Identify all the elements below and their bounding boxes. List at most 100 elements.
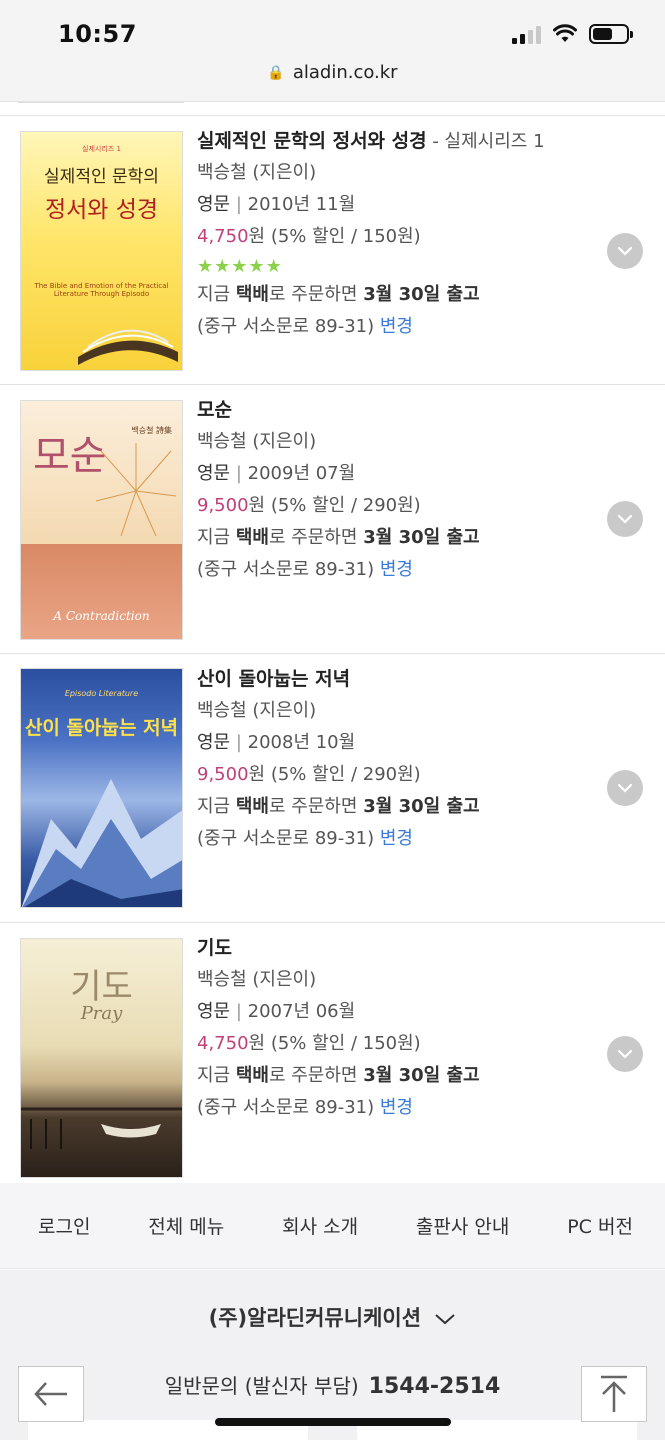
book-discount: (5% 할인 / 290원): [265, 764, 421, 785]
book-info: 모순 백승철 (지은이) 영문 | 2009년 07월 9,500원 (5% 할…: [197, 399, 480, 580]
delivery-address: (중구 서소문로 89-31): [197, 828, 380, 849]
flower-illustration-icon: [95, 443, 177, 537]
book-title[interactable]: 기도: [197, 937, 232, 959]
footer-login-link[interactable]: 로그인: [38, 1212, 90, 1239]
contact-number[interactable]: 1544-2514: [369, 1374, 501, 1399]
book-date: 2008년 10월: [247, 732, 356, 753]
divider: [0, 102, 665, 116]
arrow-left-icon: [34, 1382, 67, 1406]
book-publisher[interactable]: 영문: [197, 1001, 230, 1022]
arrow-up-icon: [601, 1375, 627, 1412]
clock: 10:57: [58, 20, 137, 48]
price-unit: 원: [248, 1033, 266, 1054]
star-icon: ★: [197, 255, 214, 277]
delivery-method: 택배: [235, 527, 269, 548]
home-indicator: [215, 1418, 451, 1426]
delivery-prefix: 지금: [197, 527, 236, 548]
contact-info: 일반문의 (발신자 부담) 1544-2514: [0, 1370, 665, 1399]
expand-button[interactable]: [607, 1036, 643, 1072]
footer-company-link[interactable]: 회사 소개: [282, 1212, 358, 1239]
book-title[interactable]: 실제적인 문학의 정서와 성경: [197, 130, 427, 152]
book-info: 실제적인 문학의 정서와 성경 - 실제시리즈 1 백승철 (지은이) 영문 |…: [197, 125, 607, 343]
book-price: 4,750: [197, 226, 249, 247]
book-series[interactable]: - 실제시리즈 1: [427, 131, 544, 152]
chevron-down-icon: [617, 514, 633, 524]
book-author[interactable]: 백승철: [197, 162, 247, 183]
back-button[interactable]: [18, 1366, 84, 1422]
contact-label: 일반문의 (발신자 부담): [164, 1374, 359, 1398]
book-title[interactable]: 산이 돌아눕는 저녁: [197, 668, 350, 690]
book-date: 2010년 11월: [247, 194, 356, 215]
company-toggle[interactable]: (주)알라딘커뮤니케이션: [0, 1302, 665, 1332]
book-info: 산이 돌아눕는 저녁 백승철 (지은이) 영문 | 2008년 10월 9,50…: [197, 668, 480, 849]
book-discount: (5% 할인 / 150원): [265, 1033, 421, 1054]
price-unit: 원: [248, 495, 266, 516]
delivery-prefix: 지금: [197, 284, 236, 305]
book-item[interactable]: 모순 백승철 詩集 A Contradiction 모순 백승철 (지은이) 영…: [0, 386, 665, 654]
book-price: 9,500: [197, 764, 249, 785]
cover-subtitle: The Bible and Emotion of the Practical L…: [34, 282, 169, 298]
expand-button[interactable]: [607, 233, 643, 269]
book-publisher[interactable]: 영문: [197, 463, 230, 484]
boat-illustration-icon: [21, 1107, 182, 1149]
book-item[interactable]: 실제시리즈 1 실제적인 문학의 정서와 성경 The Bible and Em…: [0, 117, 665, 385]
book-author[interactable]: 백승철: [197, 969, 247, 990]
company-name: (주)알라딘커뮤니케이션: [208, 1306, 422, 1330]
book-cover[interactable]: Episodo Literature 산이 돌아눕는 저녁: [20, 668, 183, 908]
book-author[interactable]: 백승철: [197, 431, 247, 452]
delivery-mid: 로 주문하면: [268, 527, 364, 548]
expand-button[interactable]: [607, 501, 643, 537]
delivery-method: 택배: [235, 796, 269, 817]
address-bar[interactable]: 🔒 aladin.co.kr: [0, 62, 665, 83]
book-author[interactable]: 백승철: [197, 700, 247, 721]
footer-all-menu-link[interactable]: 전체 메뉴: [148, 1212, 224, 1239]
star-icon: ★: [265, 255, 282, 277]
book-item[interactable]: Episodo Literature 산이 돌아눕는 저녁 산이 돌아눕는 저녁…: [0, 655, 665, 923]
cover-series: Episodo Literature: [64, 689, 139, 698]
book-price: 4,750: [197, 1033, 249, 1054]
cover-title-2: 정서와 성경: [44, 197, 159, 223]
delivery-address: (중구 서소문로 89-31): [197, 316, 380, 337]
book-cover[interactable]: 실제시리즈 1 실제적인 문학의 정서와 성경 The Bible and Em…: [20, 131, 183, 371]
book-cover[interactable]: 모순 백승철 詩集 A Contradiction: [20, 400, 183, 640]
cover-author: 백승철 詩集: [131, 426, 172, 435]
delivery-mid: 로 주문하면: [268, 284, 364, 305]
change-address-link[interactable]: 변경: [380, 1097, 413, 1118]
delivery-mid: 로 주문하면: [268, 796, 364, 817]
book-cover[interactable]: 기도 Pray: [20, 938, 183, 1178]
book-item[interactable]: 기도 Pray 기도 백승철 (지은이) 영문 | 2007년 06월 4,75…: [0, 924, 665, 1184]
book-discount: (5% 할인 / 290원): [265, 495, 421, 516]
mountain-illustration-icon: [21, 779, 182, 907]
change-address-link[interactable]: 변경: [380, 559, 413, 580]
delivery-mid: 로 주문하면: [268, 1065, 364, 1086]
delivery-method: 택배: [235, 284, 269, 305]
footer-publisher-link[interactable]: 출판사 안내: [416, 1212, 509, 1239]
delivery-prefix: 지금: [197, 1065, 236, 1086]
author-role: (지은이): [246, 969, 317, 990]
book-discount: (5% 할인 / 150원): [265, 226, 421, 247]
chevron-down-icon: [617, 783, 633, 793]
delivery-date: 3월 30일 출고: [363, 284, 480, 305]
book-publisher[interactable]: 영문: [197, 732, 230, 753]
book-date: 2007년 06월: [247, 1001, 356, 1022]
cover-title: 기도: [70, 967, 133, 1007]
author-role: (지은이): [246, 162, 317, 183]
cellular-signal-icon: [512, 24, 541, 44]
expand-button[interactable]: [607, 770, 643, 806]
chevron-down-icon: [617, 246, 633, 256]
change-address-link[interactable]: 변경: [380, 828, 413, 849]
scroll-top-button[interactable]: [581, 1366, 647, 1422]
change-address-link[interactable]: 변경: [380, 316, 413, 337]
url-text: aladin.co.kr: [292, 62, 398, 83]
footer-pc-version-link[interactable]: PC 버전: [567, 1212, 633, 1239]
star-icon: ★: [231, 255, 248, 277]
rating-stars: ★ ★ ★ ★ ★: [197, 253, 607, 279]
price-unit: 원: [248, 226, 266, 247]
lock-icon: 🔒: [267, 64, 285, 81]
chevron-down-icon: [617, 1049, 633, 1059]
price-unit: 원: [248, 764, 266, 785]
book-title[interactable]: 모순: [197, 399, 232, 421]
book-info: 기도 백승철 (지은이) 영문 | 2007년 06월 4,750원 (5% 할…: [197, 937, 480, 1118]
cover-series: 실제시리즈 1: [82, 145, 121, 153]
book-publisher[interactable]: 영문: [197, 194, 230, 215]
